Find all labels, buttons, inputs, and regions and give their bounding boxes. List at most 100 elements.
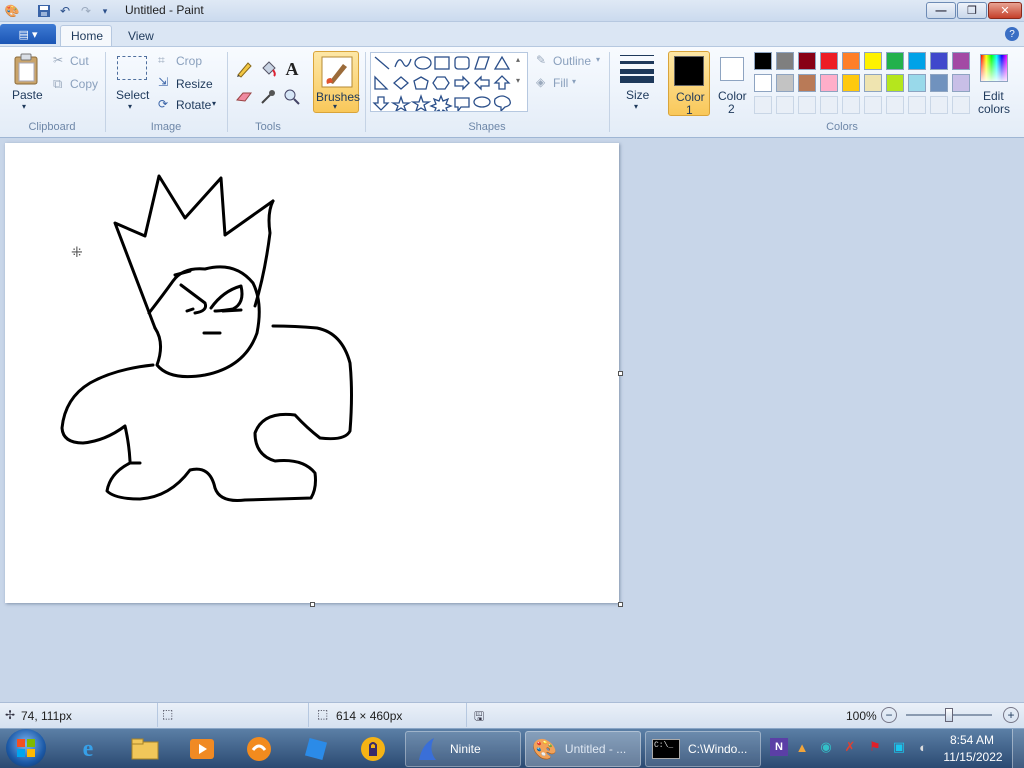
- magnifier-icon[interactable]: [281, 86, 303, 108]
- palette-swatch[interactable]: [776, 74, 794, 92]
- palette-swatch[interactable]: [952, 96, 970, 114]
- palette-swatch[interactable]: [754, 96, 772, 114]
- palette-swatch[interactable]: [754, 52, 772, 70]
- fill-button[interactable]: Fill: [553, 76, 568, 90]
- size-icon[interactable]: [620, 53, 654, 83]
- color-picker-icon[interactable]: [257, 86, 279, 108]
- brushes-button[interactable]: Brushes ▾: [313, 51, 360, 113]
- uc-browser-icon[interactable]: [239, 732, 279, 766]
- palette-swatch[interactable]: [864, 74, 882, 92]
- start-button[interactable]: [6, 729, 46, 767]
- palette-swatch[interactable]: [886, 96, 904, 114]
- color2-button[interactable]: Color 2: [713, 51, 753, 116]
- outline-dropdown-icon[interactable]: ▾: [596, 55, 600, 64]
- palette-swatch[interactable]: [908, 74, 926, 92]
- size-dropdown-icon[interactable]: ▾: [634, 102, 638, 111]
- palette-swatch[interactable]: [930, 74, 948, 92]
- zoom-slider[interactable]: [906, 708, 992, 722]
- eraser-icon[interactable]: [233, 86, 255, 108]
- shapes-scroll-up-icon[interactable]: ▴: [516, 55, 520, 64]
- shapes-scroll-down-icon[interactable]: ▾: [516, 76, 520, 85]
- palette-swatch[interactable]: [798, 52, 816, 70]
- clock-date[interactable]: 11/15/2022: [941, 750, 1005, 764]
- palette-swatch[interactable]: [754, 74, 772, 92]
- text-tool-icon[interactable]: A: [281, 58, 303, 80]
- outline-button[interactable]: Outline: [553, 54, 591, 68]
- redo-icon[interactable]: ↷: [78, 3, 94, 19]
- palette-swatch[interactable]: [864, 52, 882, 70]
- cut-button[interactable]: Cut: [70, 54, 89, 68]
- palette-swatch[interactable]: [930, 52, 948, 70]
- tools-tray-icon[interactable]: ✗: [841, 738, 859, 756]
- resize-handle-corner[interactable]: [618, 602, 623, 607]
- fill-icon[interactable]: ◈: [536, 75, 545, 89]
- eye-tray-icon[interactable]: ◉: [817, 738, 835, 756]
- select-button[interactable]: Select: [116, 88, 149, 102]
- zoom-slider-thumb[interactable]: [945, 708, 953, 722]
- palette-swatch[interactable]: [776, 96, 794, 114]
- copy-icon[interactable]: ⧉: [53, 76, 62, 92]
- outline-icon[interactable]: ✎: [536, 53, 546, 67]
- shapes-gallery-icons[interactable]: [371, 53, 527, 116]
- network-tray-icon[interactable]: ▣: [890, 738, 908, 756]
- paint-menu-button[interactable]: ▤ ▾: [0, 24, 56, 44]
- close-button[interactable]: ✕: [988, 2, 1022, 19]
- paste-button[interactable]: Paste: [12, 88, 43, 102]
- color1-button[interactable]: Color 1: [668, 51, 710, 117]
- palette-swatch[interactable]: [820, 74, 838, 92]
- cut-icon[interactable]: ✂: [53, 53, 63, 67]
- rotate-dropdown-icon[interactable]: ▾: [212, 99, 216, 108]
- select-icon[interactable]: [117, 56, 147, 80]
- volume-tray-icon[interactable]: ◐: [914, 738, 932, 756]
- palette-swatch[interactable]: [820, 96, 838, 114]
- select-dropdown-icon[interactable]: ▾: [128, 102, 132, 111]
- size-button[interactable]: Size: [626, 88, 649, 102]
- tab-home[interactable]: Home: [60, 25, 112, 46]
- palette-swatch[interactable]: [842, 74, 860, 92]
- palette-swatch[interactable]: [930, 96, 948, 114]
- fill-dropdown-icon[interactable]: ▾: [572, 77, 576, 86]
- media-player-icon[interactable]: [182, 732, 222, 766]
- palette-swatch[interactable]: [776, 52, 794, 70]
- zoom-in-button[interactable]: +: [1003, 707, 1019, 723]
- resize-handle-bottom[interactable]: [310, 602, 315, 607]
- vpn-lock-icon[interactable]: [353, 732, 393, 766]
- palette-swatch[interactable]: [886, 74, 904, 92]
- edit-colors-button[interactable]: Edit colors: [978, 51, 1010, 117]
- avast-tray-icon[interactable]: ▲: [793, 738, 811, 756]
- paint-app-icon[interactable]: 🎨: [4, 3, 20, 19]
- palette-swatch[interactable]: [952, 52, 970, 70]
- roblox-studio-icon[interactable]: [296, 732, 336, 766]
- copy-button[interactable]: Copy: [70, 77, 98, 91]
- paste-icon[interactable]: [12, 52, 40, 86]
- file-explorer-icon[interactable]: [125, 732, 165, 766]
- palette-swatch[interactable]: [798, 96, 816, 114]
- minimize-button[interactable]: —: [926, 2, 956, 19]
- zoom-out-button[interactable]: −: [881, 707, 897, 723]
- rotate-icon[interactable]: ⟳: [158, 97, 168, 111]
- palette-swatch[interactable]: [908, 52, 926, 70]
- action-center-flag-icon[interactable]: ⚑: [866, 738, 884, 756]
- taskbar-paint[interactable]: 🎨 Untitled - ...: [525, 731, 641, 767]
- crop-icon[interactable]: ⌗: [158, 53, 165, 68]
- palette-swatch[interactable]: [842, 96, 860, 114]
- tab-view[interactable]: View: [118, 25, 164, 46]
- drawing-canvas[interactable]: ⁜: [5, 143, 619, 603]
- restore-button[interactable]: ❐: [957, 2, 987, 19]
- customize-quick-access-icon[interactable]: ▾: [97, 3, 113, 19]
- resize-icon[interactable]: ⇲: [158, 75, 168, 89]
- save-icon[interactable]: [36, 3, 52, 19]
- help-icon[interactable]: ?: [1005, 27, 1019, 41]
- taskbar-cmd[interactable]: C:\_ C:\Windo...: [645, 731, 761, 767]
- taskbar-ninite[interactable]: Ninite: [405, 731, 521, 767]
- onenote-tray-icon[interactable]: N: [770, 738, 788, 756]
- internet-explorer-icon[interactable]: e: [68, 732, 108, 766]
- crop-button[interactable]: Crop: [176, 54, 202, 68]
- palette-swatch[interactable]: [820, 52, 838, 70]
- palette-swatch[interactable]: [798, 74, 816, 92]
- paste-dropdown-icon[interactable]: ▾: [22, 102, 26, 111]
- palette-swatch[interactable]: [886, 52, 904, 70]
- resize-handle-right[interactable]: [618, 371, 623, 376]
- fill-bucket-icon[interactable]: [257, 58, 279, 80]
- pencil-icon[interactable]: [233, 58, 255, 80]
